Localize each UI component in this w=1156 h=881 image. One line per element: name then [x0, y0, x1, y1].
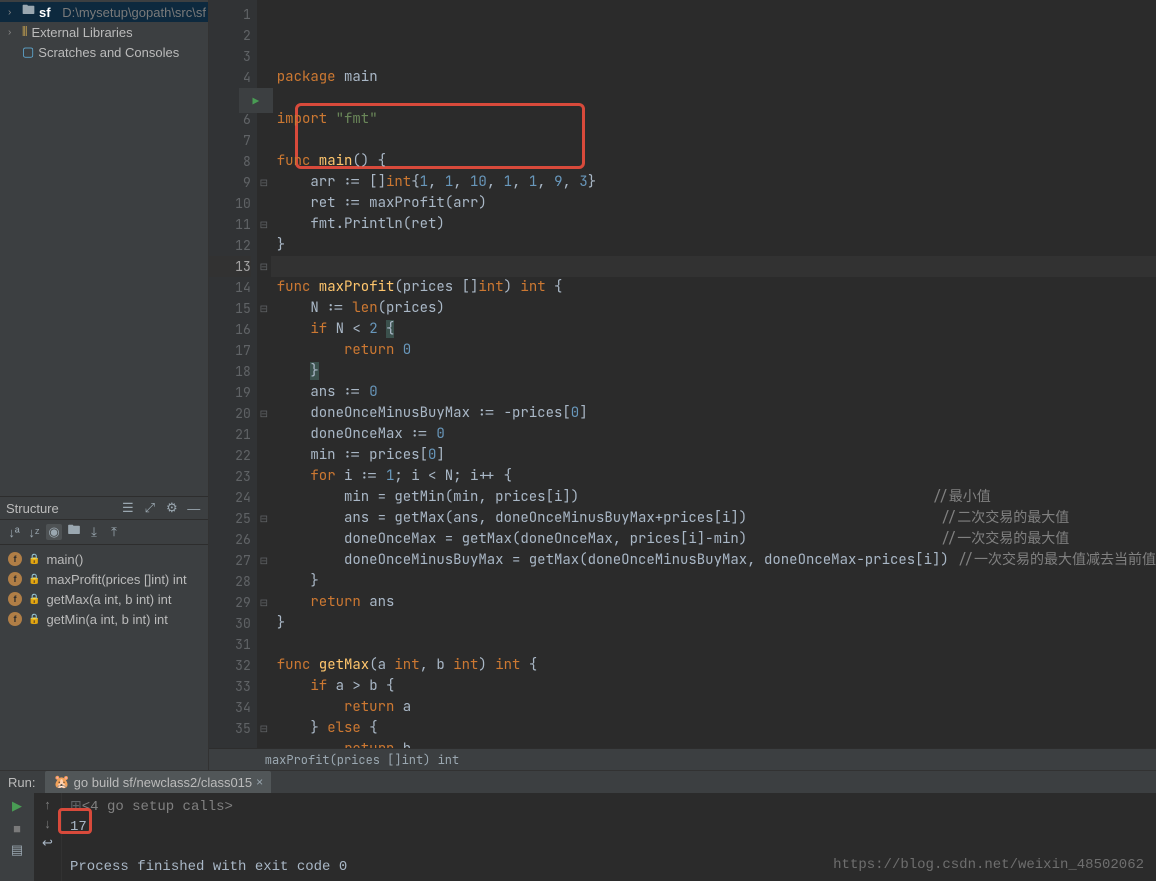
structure-item[interactable]: f 🔒 main()	[0, 549, 208, 569]
sort-visibility-icon[interactable]: ↓ᶻ	[26, 524, 42, 540]
function-badge-icon: f	[8, 572, 22, 586]
lock-icon: 🔒	[28, 574, 40, 585]
run-tabs-bar: Run: 🐹 go build sf/newclass2/class015 ×	[0, 771, 1156, 793]
run-label: Run:	[8, 775, 35, 790]
close-icon[interactable]: ×	[256, 775, 263, 789]
editor[interactable]: 1234▶56789101112131415161718192021222324…	[209, 0, 1156, 770]
wrap-icon[interactable]: ↩	[42, 835, 53, 851]
structure-item[interactable]: f 🔒 getMin(a int, b int) int	[0, 609, 208, 629]
structure-item-label: getMin(a int, b int) int	[46, 612, 167, 627]
function-badge-icon: f	[8, 552, 22, 566]
structure-item-label: main()	[46, 552, 83, 567]
structure-header: Structure ☰ ⤢ ⚙ —	[0, 496, 208, 520]
lock-icon: 🔒	[28, 594, 40, 605]
run-play-icon[interactable]: ▶	[8, 797, 26, 815]
minimize-icon[interactable]: —	[186, 500, 202, 516]
project-tree[interactable]: › 🖿 sf D:\mysetup\gopath\src\sf › ⫴ Exte…	[0, 0, 208, 496]
editor-breadcrumb[interactable]: maxProfit(prices []int) int	[209, 748, 1156, 770]
package-icon[interactable]: 🖿	[66, 524, 82, 540]
autoscroll-to-icon[interactable]: ⤓	[86, 524, 102, 540]
tree-scratches[interactable]: ▢ Scratches and Consoles	[0, 42, 208, 62]
tree-external-libs[interactable]: › ⫴ External Libraries	[0, 22, 208, 42]
structure-toolbar: ↓ª ↓ᶻ ◉ 🖿 ⤓ ⤒	[0, 520, 208, 545]
function-badge-icon: f	[8, 612, 22, 626]
run-gutter: ▶ ■ ▤	[0, 793, 34, 881]
output-setup: <4 go setup calls>	[82, 799, 233, 815]
root-name: sf	[39, 5, 51, 20]
run-output[interactable]: ⊞<4 go setup calls> 17 Process finished …	[62, 793, 1156, 881]
code-content[interactable]: package main import "fmt" func main() { …	[271, 0, 1156, 748]
fields-icon[interactable]: ◉	[46, 524, 62, 540]
sort-alpha-icon[interactable]: ↓ª	[6, 524, 22, 540]
down-icon[interactable]: ↓	[44, 816, 51, 831]
folder-icon: 🖿	[22, 1, 35, 23]
go-icon: 🐹	[53, 774, 69, 790]
tree-root[interactable]: › 🖿 sf D:\mysetup\gopath\src\sf	[0, 2, 208, 22]
output-result: 17	[70, 819, 87, 835]
library-icon: ⫴	[22, 24, 27, 40]
breadcrumb-item[interactable]: maxProfit(prices []int) int	[265, 752, 459, 768]
watermark-text: https://blog.csdn.net/weixin_48502062	[833, 855, 1144, 875]
line-number-gutter[interactable]: 1234▶56789101112131415161718192021222324…	[209, 0, 257, 748]
structure-item-label: maxProfit(prices []int) int	[46, 572, 186, 587]
expand-icon[interactable]: ⤢	[142, 500, 158, 516]
root-path: D:\mysetup\gopath\src\sf	[62, 5, 206, 20]
lock-icon: 🔒	[28, 614, 40, 625]
structure-item[interactable]: f 🔒 maxProfit(prices []int) int	[0, 569, 208, 589]
scratches-label: Scratches and Consoles	[38, 45, 179, 60]
function-badge-icon: f	[8, 592, 22, 606]
lock-icon: 🔒	[28, 554, 40, 565]
stop-icon[interactable]: ■	[8, 819, 26, 837]
layout-icon[interactable]: ▤	[8, 841, 26, 859]
autoscroll-from-icon[interactable]: ⤒	[106, 524, 122, 540]
external-libs-label: External Libraries	[31, 25, 132, 40]
structure-item[interactable]: f 🔒 getMax(a int, b int) int	[0, 589, 208, 609]
chevron-right-icon: ›	[8, 7, 18, 18]
run-tab-active[interactable]: 🐹 go build sf/newclass2/class015 ×	[45, 771, 271, 793]
run-tab-label: go build sf/newclass2/class015	[74, 775, 253, 790]
sort-icon[interactable]: ☰	[120, 500, 136, 516]
structure-title: Structure	[6, 501, 114, 516]
up-icon[interactable]: ↑	[44, 797, 51, 812]
structure-list: f 🔒 main() f 🔒 maxProfit(prices []int) i…	[0, 545, 208, 633]
run-subgutter: ↑ ↓ ↩	[34, 793, 62, 881]
structure-item-label: getMax(a int, b int) int	[46, 592, 171, 607]
chevron-right-icon: ›	[8, 27, 18, 38]
gear-icon[interactable]: ⚙	[164, 500, 180, 516]
run-tool-window: Run: 🐹 go build sf/newclass2/class015 × …	[0, 770, 1156, 875]
output-exit: Process finished with exit code 0	[70, 859, 347, 875]
left-panel: › 🖿 sf D:\mysetup\gopath\src\sf › ⫴ Exte…	[0, 0, 209, 770]
scratch-icon: ▢	[22, 44, 34, 60]
